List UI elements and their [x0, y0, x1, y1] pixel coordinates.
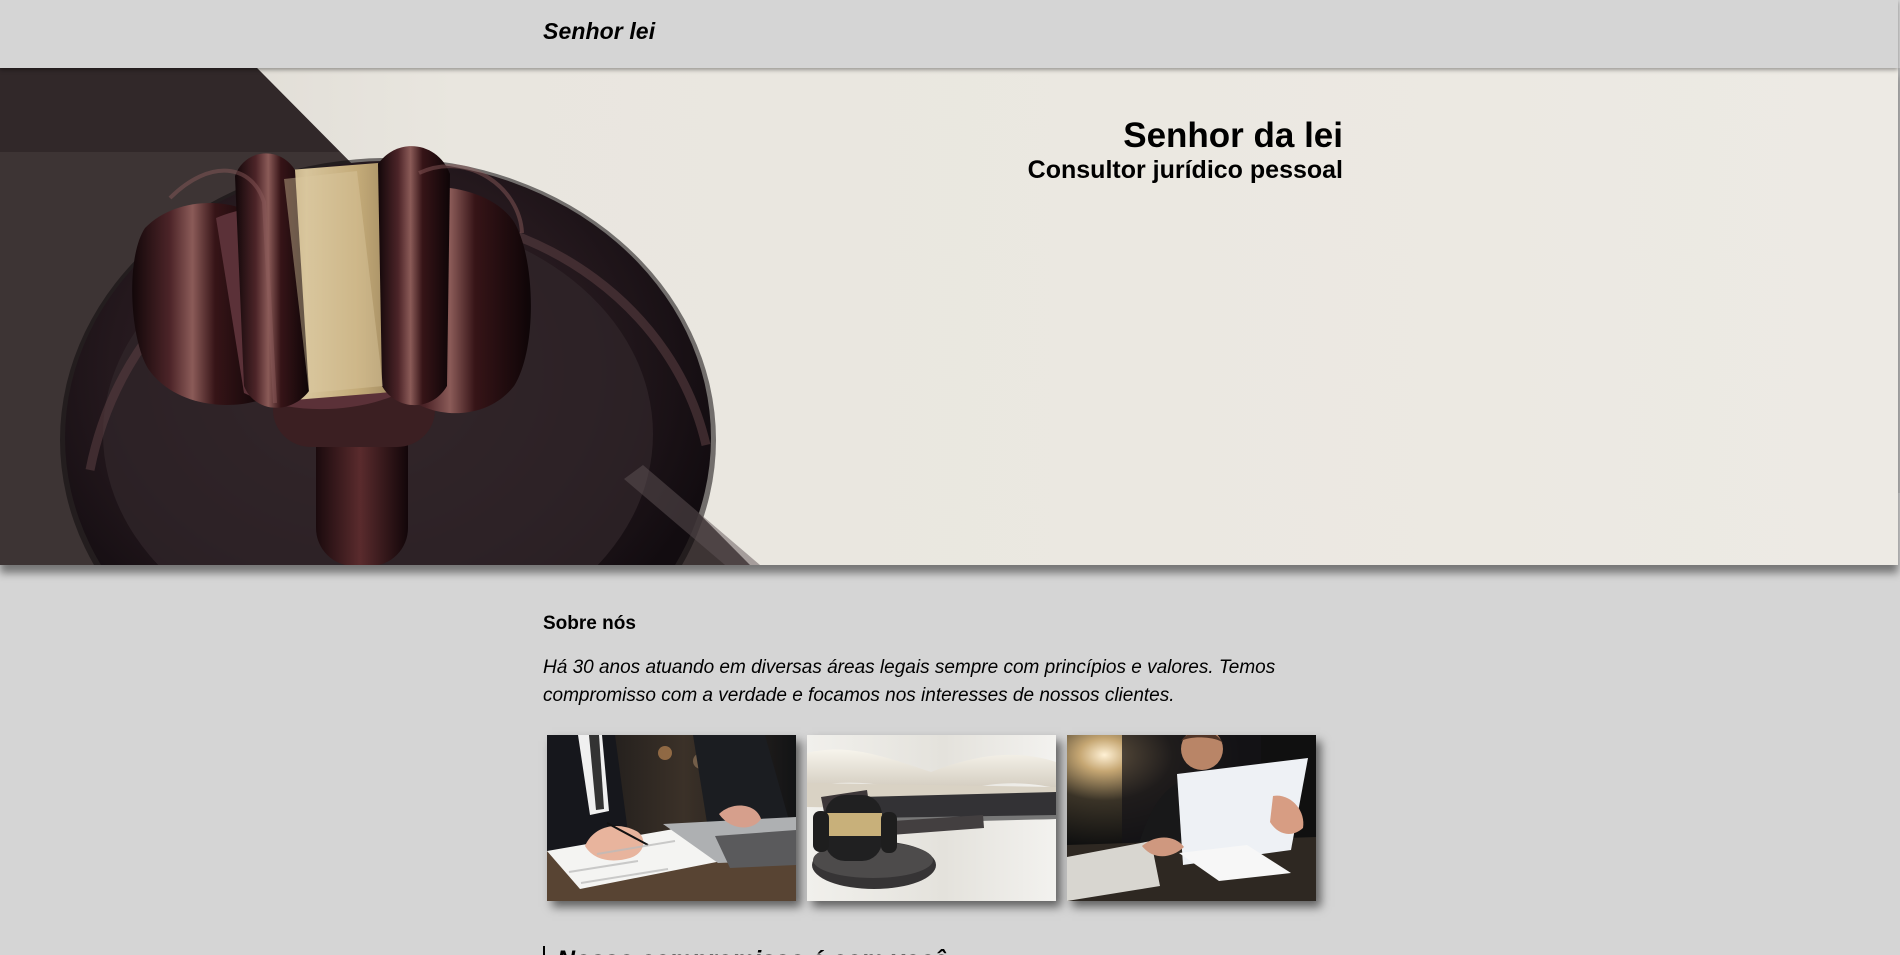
- hero-title: Senhor da lei: [1123, 116, 1343, 155]
- hero-banner: Senhor da lei Consultor jurídico pessoal: [0, 68, 1898, 565]
- about-title: Sobre nós: [543, 613, 636, 634]
- about-section: Sobre nós Há 30 anos atuando em diversas…: [543, 610, 1323, 710]
- law-page: Senhor lei Senhor da lei Consultor juríd…: [0, 0, 1900, 955]
- image-gallery: [547, 735, 1317, 901]
- hero-heading: Senhor da lei Consultor jurídico pessoal: [1028, 117, 1343, 185]
- gavel-and-books-image: [807, 735, 1056, 901]
- hero-gavel-image: [0, 68, 1898, 565]
- hero-subtitle: Consultor jurídico pessoal: [1027, 156, 1343, 184]
- commitment-heading: Nosso compromisso é com você: [543, 945, 947, 955]
- site-logo-link[interactable]: Senhor lei: [543, 18, 655, 45]
- top-navbar: Senhor lei: [0, 0, 1898, 68]
- lawyers-signing-document-image: [547, 735, 796, 901]
- about-paragraph: Há 30 anos atuando em diversas áreas leg…: [543, 657, 1276, 706]
- man-reading-document-image: [1067, 735, 1316, 901]
